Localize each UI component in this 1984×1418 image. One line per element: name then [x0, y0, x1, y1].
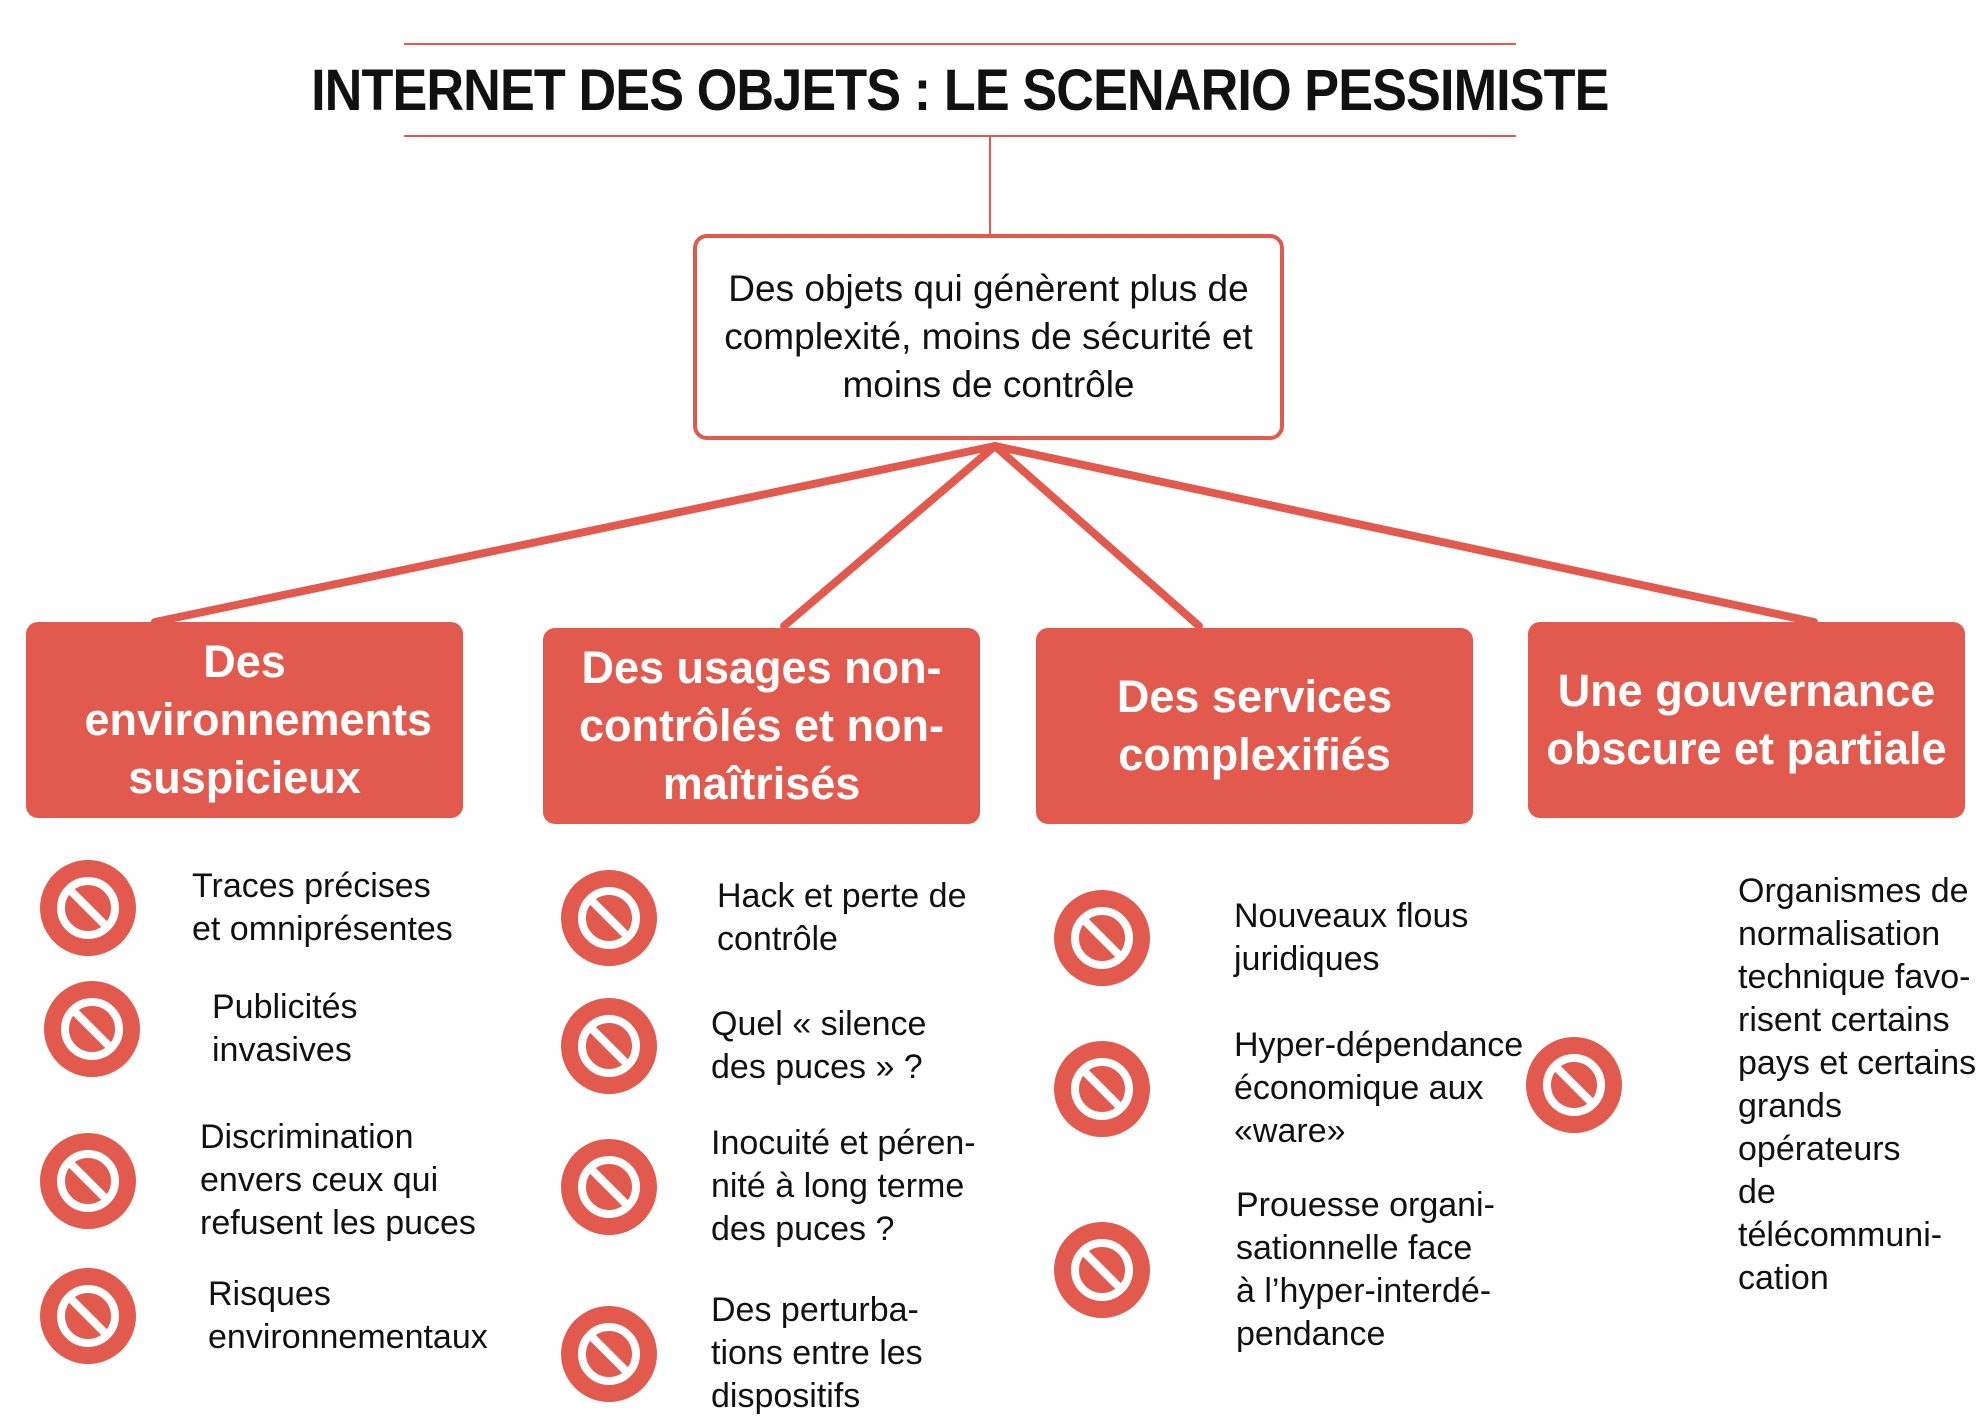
no-entry-icon [1526, 1037, 1622, 1133]
branch-label: Des services complexifiés [1116, 671, 1393, 780]
branch-gouvernance: Une gouvernance obscure et partiale [1528, 622, 1965, 818]
list-item: Organismes de normalisation technique fa… [1526, 870, 1984, 1300]
list-item: Prouesse organi- sationnelle face à l’hy… [1054, 1184, 1495, 1356]
no-entry-icon [1054, 1222, 1150, 1318]
branch-label: Des environnements suspicieux [84, 636, 433, 803]
connector-branch-4 [991, 442, 1818, 626]
no-entry-icon [561, 1138, 657, 1235]
no-entry-icon [1054, 890, 1150, 986]
no-entry-icon [561, 870, 657, 966]
list-item: Traces précises et omniprésentes [40, 860, 453, 956]
branch-label: Des usages non-contrôlés et non-maîtrisé… [578, 642, 944, 809]
item-text: Risques environnementaux [208, 1275, 488, 1356]
list-item: Des perturba- tions entre les dispositif… [561, 1289, 923, 1418]
item-text: Publicités invasives [212, 988, 358, 1069]
item-text: Quel « silence des puces » ? [711, 1005, 927, 1086]
no-entry-icon [561, 998, 657, 1094]
connector-branch-1 [151, 442, 999, 626]
item-text: Organismes de normalisation technique fa… [1738, 872, 1977, 1297]
no-entry-icon [561, 1305, 657, 1402]
list-item: Hyper-dépendance économique aux «ware» [1054, 1024, 1523, 1153]
list-item: Hack et perte de contrôle [561, 870, 966, 966]
no-entry-icon [40, 860, 136, 956]
item-text: Nouveaux flous juridiques [1234, 897, 1469, 978]
list-item: Inocuité et péren- nité à long terme des… [561, 1122, 976, 1251]
no-entry-icon [1054, 1040, 1150, 1137]
list-item: Discrimination envers ceux qui refusent … [40, 1116, 476, 1245]
branch-label: Une gouvernance obscure et partiale [1546, 665, 1947, 774]
list-item: Risques environnementaux [40, 1268, 488, 1364]
connector-branch-3 [991, 442, 1203, 630]
item-text: Hyper-dépendance économique aux «ware» [1234, 1026, 1524, 1150]
root-node: Des objets qui génèrent plus de complexi… [693, 234, 1284, 440]
no-entry-icon [40, 1132, 136, 1229]
branch-services: Des services complexifiés [1036, 628, 1473, 824]
item-text: Discrimination envers ceux qui refusent … [200, 1118, 476, 1242]
connector-branch-2 [780, 442, 999, 630]
list-item: Quel « silence des puces » ? [561, 998, 926, 1094]
list-item: Nouveaux flous juridiques [1054, 890, 1468, 986]
root-label: Des objets qui génèrent plus de complexi… [724, 268, 1253, 405]
branch-environnements: Des environnements suspicieux [26, 622, 463, 818]
branch-usages: Des usages non-contrôlés et non-maîtrisé… [543, 628, 980, 824]
item-text: Inocuité et péren- nité à long terme des… [711, 1124, 976, 1248]
item-text: Des perturba- tions entre les dispositif… [711, 1291, 923, 1415]
item-text: Hack et perte de contrôle [717, 877, 967, 958]
no-entry-icon [44, 981, 140, 1077]
item-text: Prouesse organi- sationnelle face à l’hy… [1236, 1186, 1495, 1353]
item-text: Traces précises et omniprésentes [192, 867, 453, 948]
no-entry-icon [40, 1268, 136, 1364]
list-item: Publicités invasives [44, 981, 358, 1077]
